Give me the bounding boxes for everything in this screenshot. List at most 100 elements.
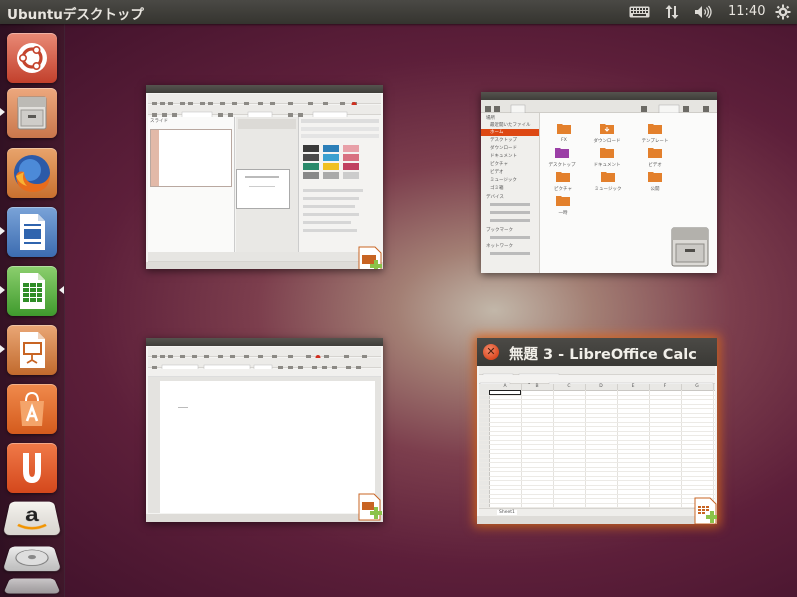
column-header[interactable]: C (553, 384, 586, 390)
sidebar-item[interactable]: ドキュメント (490, 153, 517, 159)
window-files[interactable]: 場所 最近開いたファイル ホーム デスクトップ ダウンロード ドキュメント ピク… (481, 92, 717, 273)
sidebar-item[interactable]: ピクチャ (490, 161, 508, 167)
folder-icon (557, 124, 571, 134)
row-gridline (479, 417, 715, 418)
slide-thumbnail[interactable] (150, 129, 232, 187)
top-panel: Ubuntuデスクトップ 11:40 (0, 0, 797, 24)
column-header[interactable]: E (617, 384, 650, 390)
status-bar (146, 262, 383, 269)
launcher-dash-home[interactable] (7, 33, 57, 83)
row-gridline (479, 430, 715, 432)
launcher-disk[interactable] (2, 546, 62, 572)
row-gridline (479, 412, 715, 414)
folder-download-icon (600, 124, 614, 134)
libreoffice-calc-small-icon (694, 497, 717, 524)
window-titlebar: ✕ 無題 3 - LibreOffice Calc (477, 338, 717, 366)
folder-public-icon (648, 172, 662, 182)
formula-bar[interactable]: ƒΣ (479, 375, 715, 391)
libreoffice-impress-small-icon (358, 246, 382, 269)
launcher-files[interactable] (7, 88, 57, 138)
folder-item[interactable]: ドキュメント (590, 143, 624, 168)
sidebar-item-home[interactable]: ホーム (490, 129, 503, 135)
row-gridline (479, 471, 715, 472)
amazon-icon: a (3, 505, 61, 535)
toolbar-standard (148, 94, 381, 107)
launcher-firefox[interactable] (7, 148, 57, 198)
launcher-impress[interactable] (7, 325, 57, 375)
network-icon[interactable] (661, 0, 683, 24)
folder-templates-icon (648, 124, 662, 134)
window-title: 無題 3 - LibreOffice Calc (509, 347, 697, 363)
launcher-amazon[interactable]: a (2, 501, 62, 536)
folder-pictures-icon (556, 172, 570, 182)
layout-swatches (303, 145, 359, 179)
launcher-ubuntu-one[interactable] (7, 443, 57, 493)
row-gridline (479, 435, 715, 436)
column-header[interactable]: B (521, 384, 554, 390)
spreadsheet-grid[interactable]: ABCDEFG (479, 384, 715, 508)
folder-item[interactable]: テンプレート (638, 119, 672, 144)
tasks-pane (298, 117, 381, 252)
folder-item[interactable]: 一時 (546, 191, 580, 216)
slide-canvas[interactable] (236, 169, 290, 209)
sidebar-item[interactable]: ゴミ箱 (490, 185, 504, 191)
svg-text:a: a (25, 505, 40, 527)
devices-header: デバイス (486, 195, 504, 200)
sidebar-item[interactable]: デスクトップ (490, 137, 517, 143)
sidebar-item[interactable]: ダウンロード (490, 145, 517, 151)
launcher: a (0, 24, 65, 597)
panel-title: Ubuntuデスクトップ (7, 7, 144, 23)
libreoffice-writer-small-icon (358, 493, 382, 521)
window-calc[interactable]: ✕ 無題 3 - LibreOffice Calc ƒΣ ABCDEFG She… (477, 338, 717, 524)
sidebar-item[interactable]: 最近開いたファイル (490, 122, 531, 128)
slides-pane: スライド (148, 117, 235, 252)
folder-icon (556, 196, 570, 206)
folder-item[interactable]: ビデオ (638, 143, 672, 168)
row-gridline (479, 399, 715, 400)
launcher-writer[interactable] (7, 207, 57, 257)
keyboard-icon[interactable] (627, 0, 651, 24)
folder-documents-icon (600, 148, 614, 158)
window-writer[interactable] (146, 338, 383, 522)
document-area[interactable] (148, 377, 381, 513)
folder-item[interactable]: 公開 (638, 167, 672, 192)
launcher-extra-folded[interactable] (3, 578, 61, 594)
row-gridline (479, 489, 715, 490)
clock[interactable]: 11:40 (728, 4, 765, 19)
running-indicator (0, 108, 5, 116)
close-button[interactable]: ✕ (483, 344, 499, 360)
column-header[interactable]: G (681, 384, 714, 390)
sidebar-item[interactable]: ビデオ (490, 169, 504, 175)
launcher-calc[interactable] (7, 266, 57, 316)
slide-editor[interactable] (236, 117, 298, 252)
folder-item[interactable]: FX (550, 119, 578, 143)
shopping-bag-icon (20, 391, 44, 426)
folder-music-icon (601, 172, 615, 182)
row-gridline (479, 421, 715, 423)
power-gear-icon[interactable] (772, 0, 794, 24)
drawing-toolbar (148, 252, 381, 262)
launcher-software-center[interactable] (7, 384, 57, 434)
active-cell[interactable] (489, 390, 521, 395)
sheet-tab[interactable]: Sheet1 (497, 510, 517, 515)
folder-item[interactable]: ピクチャ (546, 167, 580, 192)
row-gridline (479, 426, 715, 427)
window-impress[interactable]: スライド (146, 85, 383, 269)
file-cabinet-icon (671, 227, 709, 267)
column-header[interactable]: F (649, 384, 682, 390)
column-header[interactable]: D (585, 384, 618, 390)
folder-desktop-icon (555, 148, 569, 158)
row-gridline (479, 484, 715, 486)
folder-item[interactable]: ミュージック (590, 167, 626, 192)
sidebar-item[interactable]: ミュージック (490, 177, 517, 183)
folder-item[interactable]: デスクトップ (544, 143, 580, 168)
running-indicator (0, 286, 5, 294)
volume-icon[interactable] (692, 0, 714, 24)
libreoffice-calc-icon (20, 273, 45, 309)
toolbar-standard (148, 347, 381, 360)
status-bar (146, 514, 383, 522)
ruler[interactable] (148, 369, 381, 377)
folder-item[interactable]: ダウンロード (590, 119, 624, 144)
document-page[interactable] (160, 381, 375, 513)
files-toolbar (481, 100, 717, 114)
